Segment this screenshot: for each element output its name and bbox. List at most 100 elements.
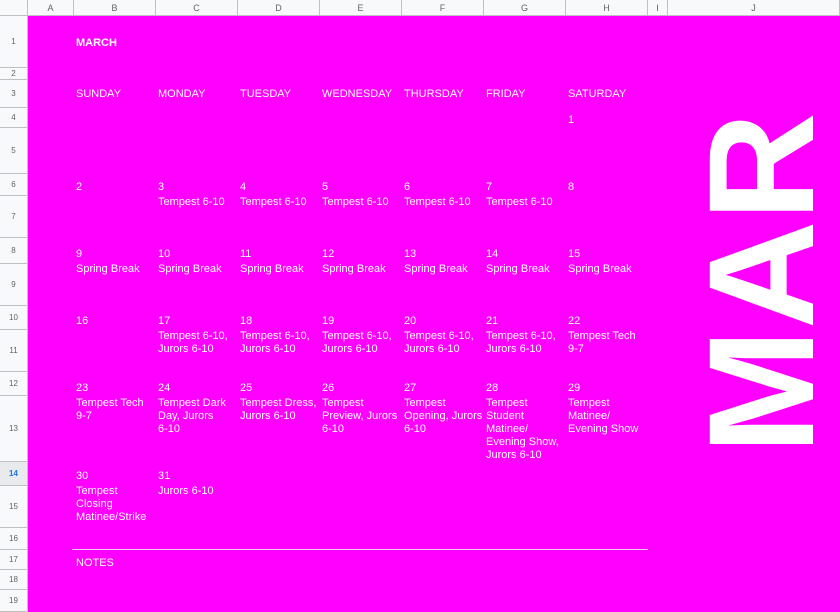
column-header-d[interactable]: D — [238, 0, 320, 16]
row-header-11[interactable]: 11 — [0, 330, 28, 372]
column-header-a[interactable]: A — [28, 0, 74, 16]
row-header-9[interactable]: 9 — [0, 264, 28, 306]
day-number: 6 — [404, 181, 411, 193]
weekday-tuesday: TUESDAY — [240, 88, 292, 100]
day-number: 19 — [322, 315, 335, 327]
day-number: 24 — [158, 382, 171, 394]
day-number: 13 — [404, 248, 417, 260]
day-event: Tempest 6-10 — [404, 196, 471, 208]
day-event: Tempest Opening, Jurors 6-10 — [404, 397, 483, 435]
column-header-j[interactable]: J — [668, 0, 840, 16]
day-event: Tempest Dress, Jurors 6-10 — [240, 397, 317, 422]
column-header-f[interactable]: F — [402, 0, 484, 16]
row-header-13[interactable]: 13 — [0, 396, 28, 462]
row-header-6[interactable]: 6 — [0, 174, 28, 196]
day-event: Tempest Preview, Jurors 6-10 — [322, 397, 398, 435]
day-number: 4 — [240, 181, 247, 193]
select-all-corner[interactable] — [0, 0, 28, 16]
day-event: Spring Break — [404, 263, 468, 275]
row-header-1[interactable]: 1 — [0, 16, 28, 68]
day-number: 9 — [76, 248, 83, 260]
day-number: 30 — [76, 470, 89, 482]
row-header-18[interactable]: 18 — [0, 570, 28, 590]
day-number: 25 — [240, 382, 253, 394]
day-event: Spring Break — [322, 263, 386, 275]
row-header-8[interactable]: 8 — [0, 238, 28, 264]
day-number: 27 — [404, 382, 417, 394]
day-event: Tempest 6-10 — [240, 196, 307, 208]
month-watermark: MAR — [678, 112, 838, 454]
day-event: Tempest Matinee/ Evening Show — [568, 397, 639, 435]
notes-label: NOTES — [76, 557, 114, 569]
day-number: 12 — [322, 248, 335, 260]
row-header-10[interactable]: 10 — [0, 306, 28, 330]
day-event: Tempest Dark Day, Jurors 6-10 — [158, 397, 226, 435]
day-event: Tempest 6-10, Jurors 6-10 — [404, 330, 474, 355]
row-header-12[interactable]: 12 — [0, 372, 28, 396]
calendar-grid[interactable]: MARCH SUNDAY MONDAY TUESDAY WEDNESDAY THURSD… — [28, 16, 840, 612]
day-event: Jurors 6-10 — [158, 485, 214, 497]
month-watermark-text: MAR — [678, 112, 838, 454]
row-header-16[interactable]: 16 — [0, 528, 28, 550]
day-number: 8 — [568, 181, 575, 193]
row-header-3[interactable]: 3 — [0, 80, 28, 108]
column-header-i[interactable]: I — [648, 0, 668, 16]
row-header-15[interactable]: 15 — [0, 486, 28, 528]
column-header-b[interactable]: B — [74, 0, 156, 16]
day-number: 21 — [486, 315, 499, 327]
day-event: Tempest Tech 9-7 — [568, 330, 636, 355]
day-event: Tempest Closing Matinee/Strike — [76, 485, 147, 523]
day-number: 28 — [486, 382, 499, 394]
day-number: 7 — [486, 181, 493, 193]
day-number: 11 — [240, 248, 252, 260]
weekday-wednesday: WEDNESDAY — [322, 88, 393, 100]
day-number: 26 — [322, 382, 335, 394]
day-event: Tempest 6-10 — [322, 196, 389, 208]
month-title: MARCH — [76, 37, 117, 49]
day-event: Tempest Student Matinee/ Evening Show, J… — [486, 397, 559, 461]
day-number: 22 — [568, 315, 581, 327]
day-event: Tempest 6-10, Jurors 6-10 — [158, 330, 228, 355]
notes-divider — [72, 549, 648, 550]
day-event: Spring Break — [486, 263, 550, 275]
day-event: Tempest 6-10 — [486, 196, 553, 208]
weekday-thursday: THURSDAY — [404, 88, 464, 100]
day-number: 5 — [322, 181, 329, 193]
day-number: 1 — [568, 114, 575, 126]
day-number: 29 — [568, 382, 581, 394]
weekday-saturday: SATURDAY — [568, 88, 627, 100]
day-event: Tempest 6-10, Jurors 6-10 — [486, 330, 556, 355]
day-number: 23 — [76, 382, 89, 394]
row-header-17[interactable]: 17 — [0, 550, 28, 570]
row-header-14[interactable]: 14 — [0, 462, 28, 486]
day-event: Spring Break — [240, 263, 304, 275]
row-header-5[interactable]: 5 — [0, 128, 28, 174]
day-event: Spring Break — [568, 263, 632, 275]
day-event: Spring Break — [76, 263, 140, 275]
day-event: Tempest 6-10, Jurors 6-10 — [240, 330, 310, 355]
spreadsheet: ABCDEFGHIJ 1 2 3 4 5 6 7 8 9 10 11 12 13 14 15 16 17 18 19… — [0, 0, 840, 612]
day-event: Spring Break — [158, 263, 222, 275]
weekday-sunday: SUNDAY — [76, 88, 122, 100]
day-number: 16 — [76, 315, 89, 327]
row-header-7[interactable]: 7 — [0, 196, 28, 238]
day-number: 18 — [240, 315, 253, 327]
row-header-19[interactable]: 19 — [0, 590, 28, 612]
column-header-e[interactable]: E — [320, 0, 402, 16]
day-event: Tempest Tech 9-7 — [76, 397, 144, 422]
row-header-4[interactable]: 4 — [0, 108, 28, 128]
day-event: Tempest 6-10, Jurors 6-10 — [322, 330, 392, 355]
day-number: 15 — [568, 248, 581, 260]
row-header-2[interactable]: 2 — [0, 68, 28, 80]
day-number: 10 — [158, 248, 171, 260]
column-header-c[interactable]: C — [156, 0, 238, 16]
day-number: 3 — [158, 181, 165, 193]
day-number: 20 — [404, 315, 417, 327]
day-event: Tempest 6-10 — [158, 196, 225, 208]
column-header-h[interactable]: H — [566, 0, 648, 16]
weekday-monday: MONDAY — [158, 88, 206, 100]
day-number: 17 — [158, 315, 171, 327]
day-number: 31 — [158, 470, 171, 482]
column-header-g[interactable]: G — [484, 0, 566, 16]
day-number: 2 — [76, 181, 83, 193]
